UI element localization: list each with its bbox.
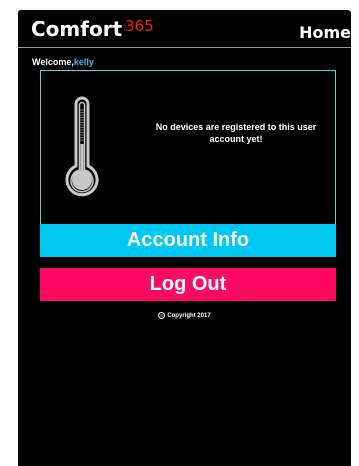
logout-button[interactable]: Log Out (40, 268, 336, 301)
brand-number: 365 (125, 17, 154, 35)
header: Comfort 365 Home (18, 10, 351, 46)
home-link[interactable]: Home (299, 23, 351, 42)
app-container: Comfort 365 Home Welcome,kelly No device… (18, 10, 351, 466)
brand-name: Comfort (31, 17, 123, 41)
thermometer-icon (65, 96, 99, 197)
header-divider (18, 47, 351, 48)
welcome-prefix: Welcome, (32, 57, 74, 67)
account-info-button[interactable]: Account Info (40, 224, 336, 257)
device-panel: No devices are registered to this user a… (40, 70, 336, 227)
no-devices-message: No devices are registered to this user a… (155, 122, 317, 144)
brand-logo: Comfort 365 (31, 17, 154, 45)
welcome-username: kelly (73, 57, 94, 67)
copyright-icon: © (158, 312, 166, 319)
copyright-text: Copyright 2017 (167, 313, 211, 320)
copyright-footer: © Copyright 2017 (18, 312, 351, 319)
welcome-message: Welcome,kelly (32, 57, 94, 67)
